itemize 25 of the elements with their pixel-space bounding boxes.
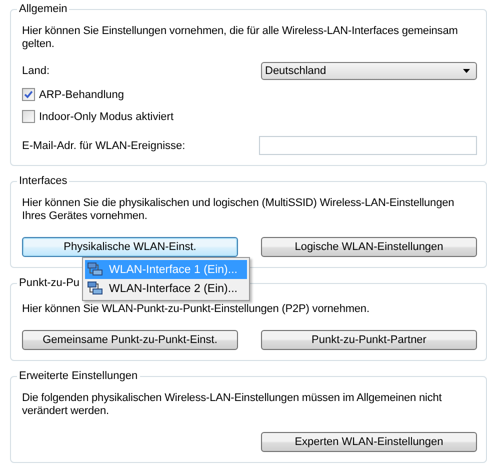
country-dropdown[interactable]: Deutschland <box>261 62 477 80</box>
group-title: Erweiterte Einstellungen <box>18 370 139 382</box>
checkbox[interactable] <box>22 110 35 123</box>
checkbox[interactable] <box>22 88 35 101</box>
email-field[interactable] <box>259 136 477 155</box>
checkbox-label: ARP-Behandlung <box>39 88 124 100</box>
settings-button[interactable]: Punkt-zu-Punkt-Partner <box>261 330 477 350</box>
field-label: E-Mail-Adr. für WLAN-Ereignisse: <box>22 140 186 152</box>
settings-button[interactable]: Physikalische WLAN-Einst. <box>22 237 238 257</box>
description-text: Hier können Sie WLAN-Punkt-zu-Punkt-Einstellungen (P2P) vornehmen. <box>22 303 370 316</box>
settings-button[interactable]: Gemeinsame Punkt-zu-Punkt-Einst. <box>22 330 238 350</box>
network-icon <box>87 262 103 277</box>
caret-icon <box>463 69 470 73</box>
group-title: Interfaces <box>18 175 68 187</box>
settings-button[interactable]: Logische WLAN-Einstellungen <box>261 237 477 257</box>
settings-button[interactable]: Experten WLAN-Einstellungen <box>261 432 477 452</box>
group-title: Allgemein <box>18 3 68 15</box>
checkbox-label: Indoor-Only Modus aktiviert <box>39 110 174 122</box>
description-text: Hier können Sie die physikalischen und logischen (MultiSSID) Wireless-LAN-Einstellungen Ihres Gerätes vornehmen. <box>22 197 456 223</box>
group-title: Punkt-zu-Pu <box>18 277 81 289</box>
description-text: Hier können Sie Einstellungen vornehmen, die für alle Wireless-LAN-Interfaces gemeinsam gelten. <box>22 25 459 51</box>
field-label: Land: <box>22 65 50 77</box>
description-text: Die folgenden physikalischen Wireless-LAN-Einstellungen müssen im Allgemeinen nicht verändert werden. <box>22 392 443 418</box>
network-icon <box>87 281 103 296</box>
menu-item[interactable]: WLAN-Interface 2 (Ein)... <box>85 279 247 298</box>
